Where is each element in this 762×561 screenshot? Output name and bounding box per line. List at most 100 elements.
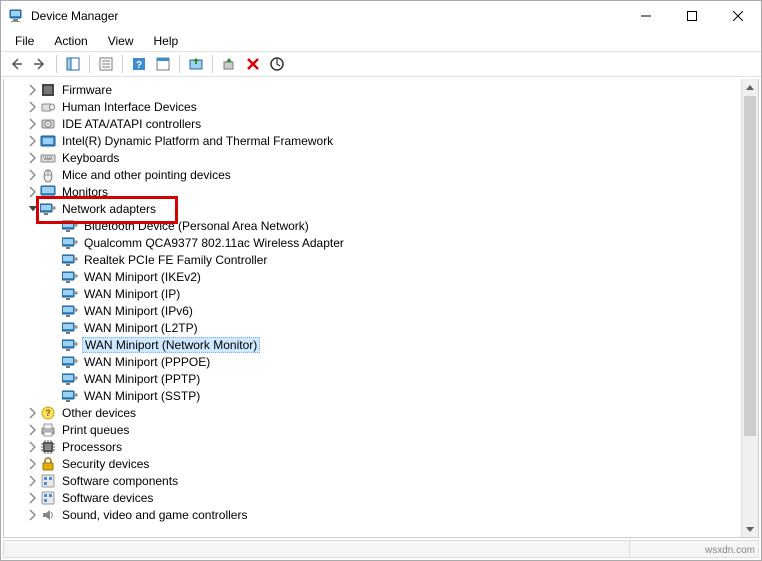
tree-item-wan-pppoe[interactable]: WAN Miniport (PPPOE) [4,353,758,370]
network-adapter-icon [62,337,78,353]
tree-label: Bluetooth Device (Personal Area Network) [82,219,311,233]
tree-label: Qualcomm QCA9377 802.11ac Wireless Adapt… [82,236,346,250]
device-tree[interactable]: Firmware Human Interface Devices IDE ATA… [4,79,758,525]
chevron-right-icon[interactable] [26,151,40,165]
chevron-right-icon[interactable] [26,100,40,114]
scroll-up-button[interactable] [742,79,758,96]
tree-item-wan-pptp[interactable]: WAN Miniport (PPTP) [4,370,758,387]
software-icon [40,490,56,506]
back-button[interactable] [5,53,27,75]
chevron-down-icon[interactable] [26,202,40,216]
tree-item-wan-ip[interactable]: WAN Miniport (IP) [4,285,758,302]
network-adapter-icon [62,286,78,302]
tree-label: Firmware [60,83,114,97]
tree-label: Software components [60,474,180,488]
tree-item-other-devices[interactable]: Other devices [4,404,758,421]
chevron-right-icon[interactable] [26,134,40,148]
chevron-right-icon[interactable] [26,457,40,471]
tree-label: Sound, video and game controllers [60,508,249,522]
tree-item-qualcomm[interactable]: Qualcomm QCA9377 802.11ac Wireless Adapt… [4,234,758,251]
hid-icon [40,99,56,115]
other-devices-icon [40,405,56,421]
tree-item-monitors[interactable]: Monitors [4,183,758,200]
update-driver-button[interactable] [185,53,207,75]
network-adapter-icon [62,371,78,387]
close-button[interactable] [715,1,761,31]
menu-file[interactable]: File [7,32,42,50]
tree-item-keyboards[interactable]: Keyboards [4,149,758,166]
mouse-icon [40,167,56,183]
tree-item-sound[interactable]: Sound, video and game controllers [4,506,758,523]
help-button[interactable]: ? [128,53,150,75]
tree-item-security-devices[interactable]: Security devices [4,455,758,472]
enable-device-button[interactable] [218,53,240,75]
tree-item-software-components[interactable]: Software components [4,472,758,489]
tree-item-wan-netmon[interactable]: WAN Miniport (Network Monitor) [4,336,758,353]
tree-item-realtek[interactable]: Realtek PCIe FE Family Controller [4,251,758,268]
action-button[interactable] [152,53,174,75]
chevron-right-icon[interactable] [26,423,40,437]
firmware-icon [40,82,56,98]
menu-view[interactable]: View [100,32,142,50]
network-adapter-icon [40,201,56,217]
titlebar: Device Manager [1,1,761,31]
tree-item-ide[interactable]: IDE ATA/ATAPI controllers [4,115,758,132]
tree-item-firmware[interactable]: Firmware [4,81,758,98]
tree-label: Realtek PCIe FE Family Controller [82,253,269,267]
tree-label: Intel(R) Dynamic Platform and Thermal Fr… [60,134,335,148]
tree-item-network-adapters[interactable]: Network adapters [4,200,758,217]
show-hide-tree-button[interactable] [62,53,84,75]
tree-item-processors[interactable]: Processors [4,438,758,455]
chevron-right-icon[interactable] [26,440,40,454]
tree-label: Mice and other pointing devices [60,168,233,182]
tree-item-wan-ipv6[interactable]: WAN Miniport (IPv6) [4,302,758,319]
disk-icon [40,116,56,132]
properties-button[interactable] [95,53,117,75]
tree-item-mice[interactable]: Mice and other pointing devices [4,166,758,183]
scroll-thumb[interactable] [744,96,756,436]
scan-hardware-button[interactable] [266,53,288,75]
menu-help[interactable]: Help [146,32,187,50]
intel-icon [40,133,56,149]
chevron-right-icon[interactable] [26,117,40,131]
chevron-right-icon[interactable] [26,168,40,182]
tree-label: WAN Miniport (SSTP) [82,389,202,403]
tree-item-print-queues[interactable]: Print queues [4,421,758,438]
tree-label: WAN Miniport (PPTP) [82,372,202,386]
tree-item-hid[interactable]: Human Interface Devices [4,98,758,115]
tree-label: Security devices [60,457,151,471]
chevron-right-icon[interactable] [26,508,40,522]
minimize-button[interactable] [623,1,669,31]
sound-icon [40,507,56,523]
window-controls [623,1,761,31]
tree-item-intel-dptf[interactable]: Intel(R) Dynamic Platform and Thermal Fr… [4,132,758,149]
tree-item-software-devices[interactable]: Software devices [4,489,758,506]
svg-text:?: ? [136,60,142,71]
menu-action[interactable]: Action [46,32,95,50]
network-adapter-icon [62,303,78,319]
tree-item-wan-sstp[interactable]: WAN Miniport (SSTP) [4,387,758,404]
uninstall-device-button[interactable] [242,53,264,75]
vertical-scrollbar[interactable] [741,79,758,537]
software-icon [40,473,56,489]
tree-item-bluetooth-pan[interactable]: Bluetooth Device (Personal Area Network) [4,217,758,234]
tree-label: WAN Miniport (PPPOE) [82,355,212,369]
tree-item-wan-ikev2[interactable]: WAN Miniport (IKEv2) [4,268,758,285]
chevron-right-icon[interactable] [26,185,40,199]
chevron-right-icon[interactable] [26,406,40,420]
app-icon [9,8,25,24]
watermark: wsxdn.com [705,545,755,556]
chevron-right-icon[interactable] [26,474,40,488]
scroll-down-button[interactable] [742,520,758,537]
tree-item-wan-l2tp[interactable]: WAN Miniport (L2TP) [4,319,758,336]
chevron-right-icon[interactable] [26,83,40,97]
tree-label: WAN Miniport (IKEv2) [82,270,203,284]
tree-label: WAN Miniport (IPv6) [82,304,195,318]
menubar: File Action View Help [1,31,761,51]
network-adapter-icon [62,388,78,404]
chevron-right-icon[interactable] [26,491,40,505]
tree-label: Monitors [60,185,110,199]
printer-icon [40,422,56,438]
maximize-button[interactable] [669,1,715,31]
forward-button[interactable] [29,53,51,75]
